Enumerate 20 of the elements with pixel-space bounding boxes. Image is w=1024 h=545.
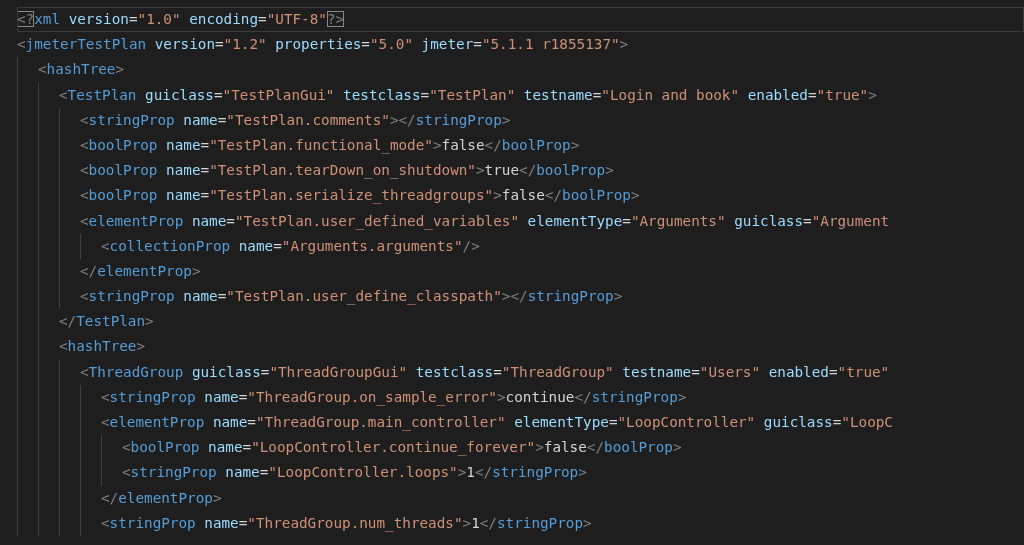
code-line: <hashTree> (38, 60, 126, 80)
code-line: <elementProp name="TestPlan.user_defined_variables" elementType="Arguments" guiclass="Argument (80, 211, 891, 232)
code-line: <stringProp name="ThreadGroup.num_threads">1</stringProp> (101, 513, 593, 534)
code-line: <stringProp name="TestPlan.comments"></stringProp> (80, 110, 512, 130)
code-line: </TestPlan> (59, 312, 155, 332)
code-line: <elementProp name="ThreadGroup.main_controller" elementType="LoopController" guiclass="LoopC (101, 413, 894, 433)
code-line: <jmeterTestPlan version="1.2" properties="5.0" jmeter="5.1.1 r1855137"> (17, 35, 630, 55)
code-line: <collectionProp name="Arguments.arguments"/> (101, 236, 481, 256)
code-line: </elementProp> (80, 261, 202, 281)
code-line: <boolProp name="LoopController.continue_forever">false</boolProp> (122, 438, 683, 458)
code-line: <boolProp name="TestPlan.serialize_threadgroups">false</boolProp> (80, 186, 641, 206)
code-line: <stringProp name="LoopController.loops">1</stringProp> (122, 463, 588, 483)
code-line: <stringProp name="ThreadGroup.on_sample_error">continue</stringProp> (101, 387, 688, 408)
code-line: <TestPlan guiclass="TestPlanGui" testclass="TestPlan" testname="Login and book" enabled="true"> (59, 85, 878, 105)
code-line: <boolProp name="TestPlan.functional_mode">false</boolProp> (80, 135, 581, 156)
code-line: </elementProp> (101, 488, 223, 508)
code-line: <boolProp name="TestPlan.tearDown_on_shutdown">true</boolProp> (80, 161, 615, 181)
code-line: <ThreadGroup guiclass="ThreadGroupGui" testclass="ThreadGroup" testname="Users" enabled="true" (80, 362, 891, 382)
code-line: <stringProp name="TestPlan.user_define_classpath"></stringProp> (80, 287, 624, 307)
code-line: <hashTree> (59, 337, 147, 357)
